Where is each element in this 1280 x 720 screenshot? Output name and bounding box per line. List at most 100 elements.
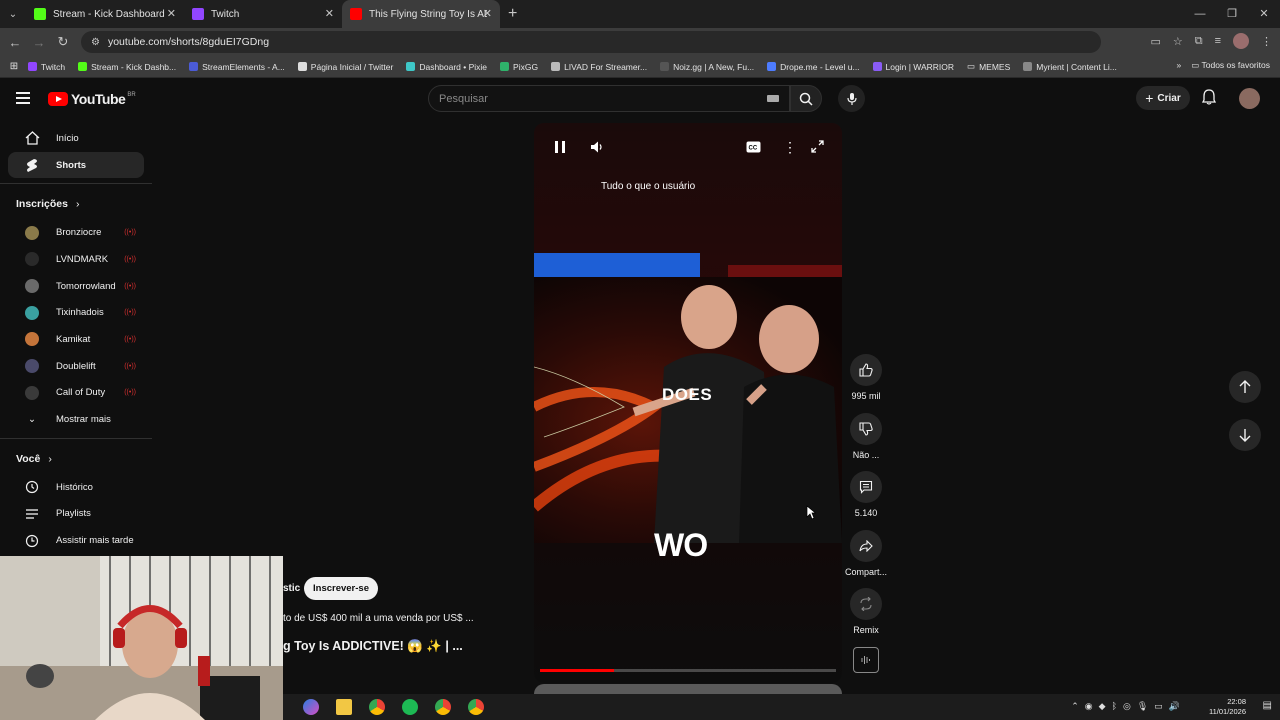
extensions-puzzle-icon[interactable]: ⧉: [1195, 35, 1203, 48]
sidebar-item-shorts[interactable]: Shorts: [8, 151, 144, 179]
chrome-active-icon[interactable]: [468, 699, 484, 715]
sidebar-item-subscription[interactable]: Kamikat ((•)): [8, 326, 144, 353]
apps-grid-icon[interactable]: ⊞: [0, 61, 28, 72]
sidebar-item-watch-later[interactable]: Assistir mais tarde: [8, 527, 144, 554]
new-tab-plus-icon[interactable]: +: [508, 5, 517, 23]
bookmark-pixgg[interactable]: PixGG: [500, 62, 538, 72]
dislike-button[interactable]: [850, 412, 882, 445]
next-short-button[interactable]: [1229, 419, 1261, 451]
cast-icon[interactable]: ▭: [1150, 35, 1160, 48]
you-header[interactable]: Você ›: [0, 444, 152, 474]
hamburger-menu-icon[interactable]: [16, 92, 30, 107]
bookmark-noiz[interactable]: Noiz.gg | A New, Fu...: [660, 62, 754, 72]
tray-app-icon[interactable]: ◎: [1123, 701, 1131, 712]
reload-icon[interactable]: ↻: [51, 34, 75, 50]
system-clock[interactable]: 22:08 11/01/2026: [1209, 697, 1246, 717]
remix-action[interactable]: Remix: [843, 588, 889, 647]
more-bookmarks-chevron-icon[interactable]: »: [1177, 60, 1182, 71]
volume-button[interactable]: [590, 140, 604, 159]
like-action[interactable]: 995 mil: [843, 354, 889, 413]
subscriptions-header[interactable]: Inscrições ›: [0, 189, 152, 219]
comments-action[interactable]: 5.140: [843, 471, 889, 530]
reading-list-icon[interactable]: ≡: [1215, 35, 1221, 47]
spotify-icon[interactable]: [402, 699, 418, 715]
sidebar-item-subscription[interactable]: LVNDMARK ((•)): [8, 246, 144, 273]
channel-name-fragment[interactable]: stic: [283, 583, 300, 594]
notifications-icon[interactable]: ▤: [1263, 700, 1272, 711]
minimize-icon[interactable]: —: [1184, 0, 1216, 28]
bookmark-twitch[interactable]: Twitch: [28, 62, 65, 72]
profile-avatar[interactable]: [1233, 33, 1249, 49]
bookmark-streamelements[interactable]: StreamElements - A...: [189, 62, 285, 72]
browser-tab-kick[interactable]: Stream - Kick Dashboard ✕: [26, 0, 184, 28]
close-tab-icon[interactable]: ✕: [483, 7, 492, 20]
bookmark-twitter[interactable]: Página Inicial / Twitter: [297, 62, 393, 72]
remix-button[interactable]: [850, 588, 882, 620]
notifications-bell-icon[interactable]: [1201, 89, 1217, 110]
sidebar-item-subscription[interactable]: Bronziocre ((•)): [8, 219, 144, 246]
pause-button[interactable]: [554, 140, 566, 159]
network-icon[interactable]: ▭: [1154, 701, 1163, 712]
user-avatar[interactable]: [1239, 88, 1260, 109]
more-options-icon[interactable]: ⋮: [783, 140, 797, 154]
close-tab-icon[interactable]: ✕: [167, 7, 176, 20]
create-button[interactable]: + Criar: [1136, 86, 1190, 110]
bookmark-pixie[interactable]: Dashboard • Pixie: [406, 62, 487, 72]
bookmark-kick[interactable]: Stream - Kick Dashb...: [78, 62, 176, 72]
browser-tab-twitch[interactable]: Twitch ✕: [184, 0, 342, 28]
search-input[interactable]: Pesquisar: [428, 85, 790, 112]
sidebar-show-more[interactable]: ⌄ Mostrar mais: [8, 406, 144, 433]
sound-thumbnail-button[interactable]: [853, 647, 879, 673]
browser-tab-youtube[interactable]: This Flying String Toy Is ADDI ✕: [342, 0, 500, 28]
tray-app-icon[interactable]: ◆: [1099, 701, 1106, 712]
short-title[interactable]: g Toy Is ADDICTIVE! 😱 ✨ | ...: [283, 639, 463, 654]
chrome-icon[interactable]: [369, 699, 385, 715]
fullscreen-icon[interactable]: [811, 140, 824, 158]
bookmark-star-icon[interactable]: ☆: [1173, 35, 1183, 48]
voice-search-button[interactable]: [838, 85, 865, 112]
subscribe-button[interactable]: Inscrever-se: [304, 577, 378, 600]
share-button[interactable]: [850, 529, 882, 562]
search-button[interactable]: [790, 85, 822, 112]
bookmark-myrient[interactable]: Myrient | Content Li...: [1023, 62, 1117, 72]
bookmark-warrior[interactable]: Login | WARRIOR: [872, 62, 954, 72]
url-omnibox[interactable]: ⚙ youtube.com/shorts/8gduEI7GDng: [81, 31, 1101, 53]
sidebar-item-home[interactable]: Início: [8, 125, 144, 152]
sidebar-item-subscription[interactable]: Tomorrowland ((•)): [8, 273, 144, 300]
site-info-icon[interactable]: ⚙: [91, 37, 100, 48]
bookmark-folder-memes[interactable]: ▭ MEMES: [967, 61, 1010, 72]
like-button[interactable]: [850, 354, 882, 386]
short-video-player[interactable]: CC ⋮ Tudo o que o usuário DOES WO: [534, 123, 842, 683]
comments-button[interactable]: [850, 471, 882, 503]
short-description[interactable]: to de US$ 400 mil a uma venda por US$ ..…: [283, 613, 474, 624]
mic-icon[interactable]: 🎙: [1137, 701, 1148, 712]
sidebar-item-subscription[interactable]: Tixinhadois ((•)): [8, 299, 144, 326]
close-window-icon[interactable]: ✕: [1248, 0, 1280, 28]
share-action[interactable]: Compart...: [843, 529, 889, 589]
bluetooth-icon[interactable]: ᛒ: [1112, 701, 1117, 712]
bookmark-livad[interactable]: LIVAD For Streamer...: [551, 62, 647, 72]
tab-search-chevron-icon[interactable]: ⌄: [0, 0, 26, 28]
volume-tray-icon[interactable]: 🔊: [1169, 701, 1180, 712]
back-arrow-icon[interactable]: ←: [3, 35, 27, 50]
keyboard-icon[interactable]: [767, 95, 779, 102]
video-progress-bar[interactable]: [540, 669, 836, 672]
sidebar-item-subscription[interactable]: Doublelift ((•)): [8, 353, 144, 380]
sidebar-item-playlists[interactable]: Playlists: [8, 501, 144, 528]
captions-button[interactable]: CC: [746, 140, 761, 158]
all-bookmarks-folder[interactable]: ▭ Todos os favoritos: [1191, 60, 1270, 71]
dislike-action[interactable]: Não ...: [843, 412, 889, 472]
file-explorer-icon[interactable]: [336, 699, 352, 715]
youtube-logo[interactable]: YouTube BR: [48, 91, 136, 107]
chrome-profile-icon[interactable]: [435, 699, 451, 715]
restore-icon[interactable]: ❐: [1216, 0, 1248, 28]
forward-arrow-icon[interactable]: →: [27, 35, 51, 50]
steam-icon[interactable]: ◉: [1085, 701, 1093, 712]
sidebar-item-subscription[interactable]: Call of Duty ((•)): [8, 380, 144, 407]
copilot-icon[interactable]: [303, 699, 319, 715]
browser-menu-icon[interactable]: ⋮: [1261, 35, 1272, 48]
previous-short-button[interactable]: [1229, 371, 1261, 403]
tray-chevron-icon[interactable]: ⌃: [1071, 701, 1079, 712]
bookmark-drope[interactable]: Drope.me - Level u...: [767, 62, 860, 72]
sidebar-item-history[interactable]: Histórico: [8, 474, 144, 501]
